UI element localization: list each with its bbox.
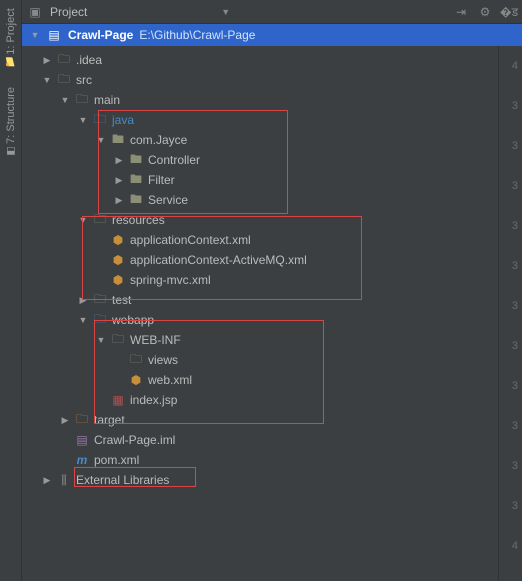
tree-item-src[interactable]: 🗀src xyxy=(28,70,522,90)
maven-file-icon: m xyxy=(74,453,90,467)
folder-icon: 🗀 xyxy=(56,50,72,71)
folder-icon: 🗀 xyxy=(74,90,90,111)
tree-item-appctx[interactable]: ⬢applicationContext.xml xyxy=(28,230,522,250)
tree-item-indexjsp[interactable]: ▦index.jsp xyxy=(28,390,522,410)
gutter-num: 4 xyxy=(499,46,522,86)
project-path: E:\Github\Crawl-Page xyxy=(139,28,255,42)
package-icon: 🖿 xyxy=(110,130,126,151)
xml-file-icon: ⬢ xyxy=(128,373,144,387)
gutter-num: 3 xyxy=(499,486,522,526)
collapse-icon[interactable]: �ड xyxy=(502,5,516,19)
tree-item-idea[interactable]: 🗀.idea xyxy=(28,50,522,70)
gutter-num: 4 xyxy=(499,526,522,566)
tree-item-external-libs[interactable]: ⫼External Libraries xyxy=(28,470,522,490)
jsp-file-icon: ▦ xyxy=(110,393,126,407)
gutter-num: 3 xyxy=(499,326,522,366)
project-toolbar: ▣ Project ▼ ⇥ ⚙ �ड xyxy=(22,0,522,24)
gutter-num: 3 xyxy=(499,206,522,246)
folder-icon: 🗀 xyxy=(92,290,108,311)
tree-item-webapp[interactable]: 🗀webapp xyxy=(28,310,522,330)
tree-item-filter[interactable]: 🖿Filter xyxy=(28,170,522,190)
package-icon: 🖿 xyxy=(128,170,144,191)
gutter-num: 3 xyxy=(499,366,522,406)
tree-item-main[interactable]: 🗀main xyxy=(28,90,522,110)
tree-item-views[interactable]: 🗀views xyxy=(28,350,522,370)
tree-item-test[interactable]: 🗀test xyxy=(28,290,522,310)
tree-item-webxml[interactable]: ⬢web.xml xyxy=(28,370,522,390)
folder-icon: 🗀 xyxy=(110,330,126,351)
library-icon: ⫼ xyxy=(56,473,72,488)
project-icon: ▣ xyxy=(28,5,42,19)
gutter-num: 3 xyxy=(499,86,522,126)
gutter-num: 3 xyxy=(499,446,522,486)
tree-item-appctx-mq[interactable]: ⬢applicationContext-ActiveMQ.xml xyxy=(28,250,522,270)
autoscroll-icon[interactable]: ⇥ xyxy=(454,5,468,19)
sidebar-tabs: 📁1: Project ◧7: Structure xyxy=(0,0,22,581)
toolbar-title: Project xyxy=(50,5,87,19)
source-folder-icon: 🗀 xyxy=(92,110,108,131)
project-name: Crawl-Page xyxy=(68,28,133,42)
target-folder-icon: 🗀 xyxy=(74,410,90,431)
project-panel: ▣ Project ▼ ⇥ ⚙ �ड ▤ Crawl-Page E:\Githu… xyxy=(22,0,522,581)
tree-item-webinf[interactable]: 🗀WEB-INF xyxy=(28,330,522,350)
resources-folder-icon: 🗀 xyxy=(92,210,108,231)
gutter-num: 3 xyxy=(499,126,522,166)
gutter-num: 3 xyxy=(499,246,522,286)
xml-file-icon: ⬢ xyxy=(110,273,126,287)
tree-item-service[interactable]: 🖿Service xyxy=(28,190,522,210)
view-mode-dropdown[interactable]: ▼ xyxy=(221,7,320,17)
module-icon: ▤ xyxy=(46,28,62,42)
tree-item-controller[interactable]: 🖿Controller xyxy=(28,150,522,170)
tree-item-resources[interactable]: 🗀resources xyxy=(28,210,522,230)
chevron-down-icon xyxy=(30,30,40,40)
gutter-num: 3 xyxy=(499,406,522,446)
xml-file-icon: ⬢ xyxy=(110,253,126,267)
gutter-num: 3 xyxy=(499,286,522,326)
tree-item-package[interactable]: 🖿com.Jayce xyxy=(28,130,522,150)
editor-gutter: 4 3 3 3 3 3 3 3 3 3 3 3 4 xyxy=(498,46,522,581)
xml-file-icon: ⬢ xyxy=(110,233,126,247)
tree-item-java[interactable]: 🗀java xyxy=(28,110,522,130)
side-tab-project[interactable]: 📁1: Project xyxy=(0,0,22,79)
web-folder-icon: 🗀 xyxy=(92,310,108,331)
folder-icon: 🗀 xyxy=(128,350,144,371)
gutter-num: 3 xyxy=(499,166,522,206)
tree-item-pom[interactable]: mpom.xml xyxy=(28,450,522,470)
folder-icon: 🗀 xyxy=(56,70,72,91)
package-icon: 🖿 xyxy=(128,150,144,171)
gear-icon[interactable]: ⚙ xyxy=(478,5,492,19)
project-root-row[interactable]: ▤ Crawl-Page E:\Github\Crawl-Page xyxy=(22,24,522,46)
side-tab-structure[interactable]: ◧7: Structure xyxy=(0,79,22,167)
tree-item-iml[interactable]: ▤Crawl-Page.iml xyxy=(28,430,522,450)
tree-item-target[interactable]: 🗀target xyxy=(28,410,522,430)
package-icon: 🖿 xyxy=(128,190,144,211)
project-tree: 🗀.idea 🗀src 🗀main 🗀java 🖿com.Jayce 🖿Cont… xyxy=(22,46,522,490)
tree-item-springmvc[interactable]: ⬢spring-mvc.xml xyxy=(28,270,522,290)
iml-file-icon: ▤ xyxy=(74,433,90,447)
